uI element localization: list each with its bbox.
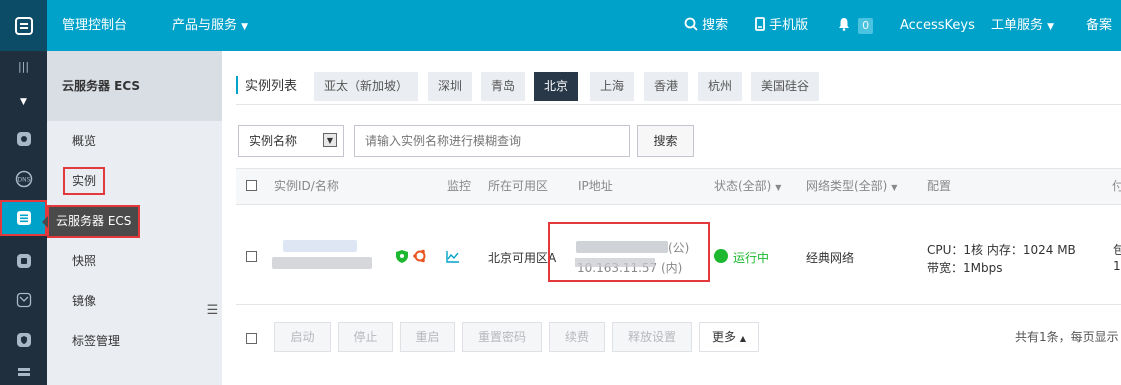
region-tab-hangzhou[interactable]: 杭州 xyxy=(698,72,743,101)
table-header xyxy=(236,168,1121,205)
notifications[interactable]: 0 xyxy=(838,0,874,51)
chevron-down-icon[interactable]: ▼ xyxy=(0,87,47,117)
caret-down-icon: ▼ xyxy=(775,183,782,192)
collapse-icon: ☰ xyxy=(206,302,219,318)
instance-name-blurred xyxy=(272,257,372,269)
region-tab-singapore[interactable]: 亚太（新加坡） xyxy=(314,72,419,101)
ecs-tooltip: 云服务器 ECS xyxy=(42,205,140,238)
more-actions-button[interactable]: 更多 ▲ xyxy=(699,322,759,352)
sidebar-item-images[interactable]: 镜像 xyxy=(47,281,222,321)
ecs-server-icon[interactable] xyxy=(0,200,47,236)
region-tab-beijing[interactable]: 北京 xyxy=(534,72,579,101)
status-filter-label: 状态(全部) xyxy=(714,179,772,193)
products-label: 产品与服务 xyxy=(172,18,238,33)
region-tab-qingdao[interactable]: 青岛 xyxy=(481,72,526,101)
search-icon xyxy=(684,17,698,31)
renew-button[interactable]: 续费 xyxy=(549,322,605,352)
products-menu[interactable]: 产品与服务 ▼ xyxy=(172,0,248,51)
pagination-summary: 共有1条，每页显示 xyxy=(1015,330,1119,344)
security-shield-icon xyxy=(396,250,408,266)
network-cell: 经典网络 xyxy=(806,251,855,265)
mail-icon[interactable] xyxy=(0,280,47,320)
select-all-checkbox[interactable] xyxy=(246,180,257,191)
mobile-link[interactable]: 手机版 xyxy=(755,0,808,51)
stop-button[interactable]: 停止 xyxy=(338,322,393,352)
top-navbar: 管理控制台 产品与服务 ▼ 搜索 手机版 0 AccessKeys 工单服务 ▼… xyxy=(0,0,1121,51)
search-link[interactable]: 搜索 xyxy=(684,0,728,51)
notification-count: 0 xyxy=(858,17,874,34)
mobile-label: 手机版 xyxy=(769,18,809,33)
dns-icon[interactable]: DNS xyxy=(0,159,47,199)
col-header-ip: IP地址 xyxy=(578,179,613,193)
release-settings-button[interactable]: 释放设置 xyxy=(612,322,692,352)
running-status-icon xyxy=(714,249,728,263)
cloud-icon[interactable] xyxy=(0,119,47,159)
col-header-config: 配置 xyxy=(927,179,952,193)
monitor-chart-icon[interactable] xyxy=(446,250,460,266)
region-tab-hongkong[interactable]: 香港 xyxy=(644,72,689,101)
col-header-billing: 付 xyxy=(1112,179,1121,193)
sidebar-item-snapshots[interactable]: 快照 xyxy=(47,241,222,281)
instance-id-blurred[interactable] xyxy=(283,240,357,252)
sidebar-item-overview[interactable]: 概览 xyxy=(47,121,222,161)
reset-password-button[interactable]: 重置密码 xyxy=(462,322,542,352)
config-cpu-mem: CPU：1核 内存：1024 MB xyxy=(927,243,1076,257)
sidebar-item-tags[interactable]: 标签管理 xyxy=(47,321,222,361)
col-header-status[interactable]: 状态(全部) ▼ xyxy=(714,168,781,205)
console-home-icon[interactable] xyxy=(0,0,47,51)
bell-icon xyxy=(839,18,849,31)
network-filter-label: 网络类型(全部) xyxy=(806,179,888,193)
title-accent-bar xyxy=(236,76,238,94)
dropdown-arrow-icon: ▼ xyxy=(323,133,337,147)
sidebar-title: 云服务器 ECS xyxy=(47,51,222,121)
svg-text:DNS: DNS xyxy=(17,177,30,184)
billing-cell-1: 包 xyxy=(1113,243,1121,257)
col-header-network[interactable]: 网络类型(全部) ▼ xyxy=(806,168,897,205)
instance-list-label: 实例列表 xyxy=(245,79,298,94)
record-link[interactable]: 备案 xyxy=(1086,0,1112,51)
search-input[interactable] xyxy=(354,125,630,157)
ip-highlight-box xyxy=(548,222,710,282)
tickets-label: 工单服务 xyxy=(991,18,1044,33)
more-label: 更多 xyxy=(712,330,737,344)
region-tab-shenzhen[interactable]: 深圳 xyxy=(428,72,473,101)
storage-icon[interactable] xyxy=(0,361,47,385)
tabs-divider xyxy=(236,104,1121,105)
search-button[interactable]: 搜索 xyxy=(637,125,694,157)
shield-icon[interactable] xyxy=(0,320,47,360)
col-header-zone: 所在可用区 xyxy=(488,179,549,193)
tickets-menu[interactable]: 工单服务 ▼ xyxy=(991,0,1054,51)
col-header-monitor: 监控 xyxy=(447,179,472,193)
ubuntu-os-icon xyxy=(413,249,427,266)
caret-down-icon: ▼ xyxy=(891,183,898,192)
caret-down-icon: ▼ xyxy=(241,22,249,32)
sidebar-collapse-handle[interactable]: ☰ xyxy=(203,285,222,335)
config-bandwidth: 带宽：1Mbps xyxy=(927,261,1003,275)
search-field-value: 实例名称 xyxy=(249,134,298,148)
icon-rail: ||| ▼ DNS xyxy=(0,51,47,385)
region-tab-silicon-valley[interactable]: 美国硅谷 xyxy=(751,72,820,101)
restart-button[interactable]: 重启 xyxy=(400,322,455,352)
status-cell: 运行中 xyxy=(733,251,770,265)
col-header-id: 实例ID/名称 xyxy=(274,179,339,193)
console-link[interactable]: 管理控制台 xyxy=(62,0,127,51)
database-icon[interactable] xyxy=(0,241,47,281)
search-field-select[interactable]: 实例名称 ▼ xyxy=(238,125,344,157)
billing-cell-2: 1 xyxy=(1113,259,1121,273)
caret-down-icon: ▼ xyxy=(1047,22,1055,32)
row-checkbox[interactable] xyxy=(246,251,257,262)
bottom-select-all-checkbox[interactable] xyxy=(246,333,257,344)
caret-up-icon: ▲ xyxy=(739,334,746,343)
phone-icon xyxy=(755,17,765,31)
menu-bars-icon[interactable]: ||| xyxy=(0,51,47,81)
sidebar-item-instances[interactable]: 实例 xyxy=(63,167,105,195)
region-tab-shanghai[interactable]: 上海 xyxy=(590,72,635,101)
search-label: 搜索 xyxy=(702,18,729,33)
start-button[interactable]: 启动 xyxy=(274,322,331,352)
accesskeys-link[interactable]: AccessKeys xyxy=(900,0,975,51)
zone-cell: 北京可用区A xyxy=(488,251,557,265)
